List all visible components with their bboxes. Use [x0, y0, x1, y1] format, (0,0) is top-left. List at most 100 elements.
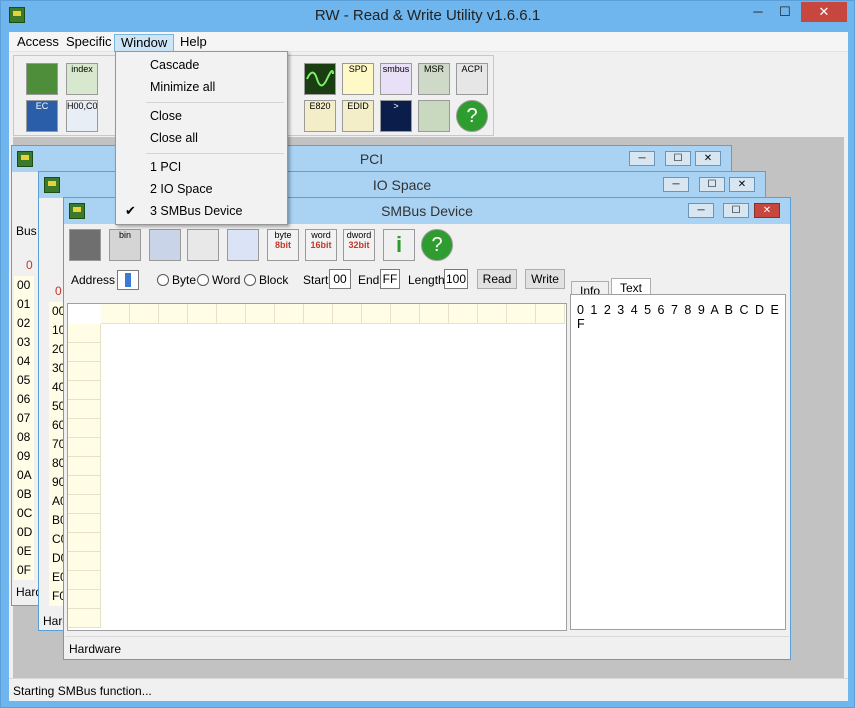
binoculars-icon[interactable] — [187, 229, 219, 261]
load-icon[interactable] — [149, 229, 181, 261]
ec-icon[interactable]: EC — [26, 100, 58, 132]
checkmark-icon: ✔ — [125, 203, 136, 218]
menu-item-close[interactable]: Close — [117, 105, 286, 127]
table-view-icon[interactable] — [227, 229, 259, 261]
grid-column-header — [101, 304, 130, 324]
row-label: 08 — [14, 428, 34, 447]
e820-icon[interactable]: E820 — [304, 100, 336, 132]
save-bin-icon[interactable]: bin — [109, 229, 141, 261]
smbus-icon[interactable]: smbus — [380, 63, 412, 95]
smbus-data-grid[interactable] — [67, 303, 567, 631]
menu-separator — [146, 153, 284, 154]
title-bar[interactable]: RW - Read & Write Utility v1.6.6.1 ─ ☐ ✕ — [1, 1, 854, 32]
dword-mode-button[interactable]: dword 32bit — [343, 229, 375, 261]
pci-maximize-button[interactable]: ☐ — [665, 151, 691, 166]
write-button[interactable]: Write — [525, 269, 565, 289]
word-bits-label: 16bit — [310, 240, 332, 250]
pci-minimize-button[interactable]: ─ — [629, 151, 655, 166]
row-label: 05 — [14, 371, 34, 390]
smbus-help-icon[interactable]: ? — [421, 229, 453, 261]
spd-icon[interactable]: SPD — [342, 63, 374, 95]
io-maximize-button[interactable]: ☐ — [699, 177, 725, 192]
menu-specific[interactable]: Specific — [60, 34, 118, 52]
start-input[interactable]: 00 — [329, 269, 351, 289]
acpi-icon[interactable]: ACPI — [456, 63, 488, 95]
row-label: 0C — [14, 504, 34, 523]
smbus-minimize-button[interactable]: ─ — [688, 203, 714, 218]
info-icon[interactable]: i — [383, 229, 415, 261]
menu-item-smbus-device[interactable]: ✔ 3 SMBus Device — [117, 200, 286, 222]
grid-row-header — [68, 533, 101, 552]
smbus-maximize-button[interactable]: ☐ — [723, 203, 749, 218]
spd-label: SPD — [348, 64, 368, 74]
block-radio[interactable] — [244, 274, 256, 286]
dword-label: dword — [346, 230, 372, 240]
minimize-button[interactable]: ─ — [745, 2, 771, 22]
app-window: RW - Read & Write Utility v1.6.6.1 ─ ☐ ✕… — [0, 0, 855, 708]
index-icon[interactable]: index — [66, 63, 98, 95]
byte-mode-button[interactable]: byte 8bit — [267, 229, 299, 261]
word-mode-button[interactable]: word 16bit — [305, 229, 337, 261]
menu-item-close-all[interactable]: Close all — [117, 127, 286, 149]
row-label: 0F — [14, 561, 34, 580]
grid-column-header — [449, 304, 478, 324]
length-input[interactable]: 100 — [444, 269, 468, 289]
grid-row-header — [68, 609, 101, 628]
address-input[interactable] — [117, 270, 139, 290]
word-label: word — [311, 230, 331, 240]
grid-column-header — [420, 304, 449, 324]
row-label: 03 — [14, 333, 34, 352]
menu-item-cascade[interactable]: Cascade — [117, 54, 286, 76]
menu-separator — [146, 102, 284, 103]
grid-row-header — [68, 476, 101, 495]
waveform-icon[interactable] — [304, 63, 336, 95]
ec-label: EC — [35, 101, 49, 111]
byte-radio-label: Byte — [172, 273, 197, 287]
pci-icon[interactable] — [26, 63, 58, 95]
msr-icon[interactable]: MSR — [418, 63, 450, 95]
command-prompt-icon[interactable]: > — [380, 100, 412, 132]
row-label: 04 — [14, 352, 34, 371]
byte-radio[interactable] — [157, 274, 169, 286]
grid-column-header — [536, 304, 565, 324]
grid-row-header — [68, 590, 101, 609]
save-icon[interactable] — [69, 229, 101, 261]
smbus-device-window[interactable]: SMBus Device ─ ☐ ✕ bin byte 8bit word 16bi… — [63, 197, 791, 660]
word-radio-label: Word — [212, 273, 241, 287]
bin-label: bin — [118, 230, 131, 240]
pci-close-button[interactable]: ✕ — [695, 151, 721, 166]
smbus-close-button[interactable]: ✕ — [754, 203, 780, 218]
window-menu-dropdown: Cascade Minimize all Close Close all 1 P… — [115, 51, 288, 225]
pci-header-col: 0 — [26, 258, 33, 272]
io-minimize-button[interactable]: ─ — [663, 177, 689, 192]
grid-row-header — [68, 419, 101, 438]
grid-row-header — [68, 324, 101, 343]
device-icon[interactable] — [418, 100, 450, 132]
maximize-button[interactable]: ☐ — [772, 2, 798, 22]
menu-access[interactable]: Access — [11, 34, 65, 52]
menu-item-io-space[interactable]: 2 IO Space — [117, 178, 286, 200]
grid-column-header — [362, 304, 391, 324]
io-close-button[interactable]: ✕ — [729, 177, 755, 192]
help-icon[interactable]: ? — [456, 100, 488, 132]
h00-label: H00,C0 — [67, 101, 98, 111]
menu-window[interactable]: Window — [114, 34, 175, 52]
menu-help[interactable]: Help — [174, 34, 213, 52]
h00-cd-icon[interactable]: H00,C0 — [66, 100, 98, 132]
acpi-label: ACPI — [461, 64, 483, 74]
menu-item-pci[interactable]: 1 PCI — [117, 156, 286, 178]
edid-icon[interactable]: EDID — [342, 100, 374, 132]
grid-row-header — [68, 514, 101, 533]
menu-item-minimize-all[interactable]: Minimize all — [117, 76, 286, 98]
grid-row-header — [68, 495, 101, 514]
close-button[interactable]: ✕ — [801, 2, 847, 22]
grid-row-header — [68, 571, 101, 590]
io-header-col: 0 — [55, 284, 62, 298]
end-input[interactable]: FF — [380, 269, 400, 289]
read-button[interactable]: Read — [477, 269, 517, 289]
byte-bits-label: 8bit — [274, 240, 291, 250]
row-label: 00 — [14, 276, 34, 295]
word-radio[interactable] — [197, 274, 209, 286]
index-label: index — [71, 64, 93, 74]
smbus-options-bar: Address Byte Word Block Start 00 End FF … — [67, 269, 787, 291]
